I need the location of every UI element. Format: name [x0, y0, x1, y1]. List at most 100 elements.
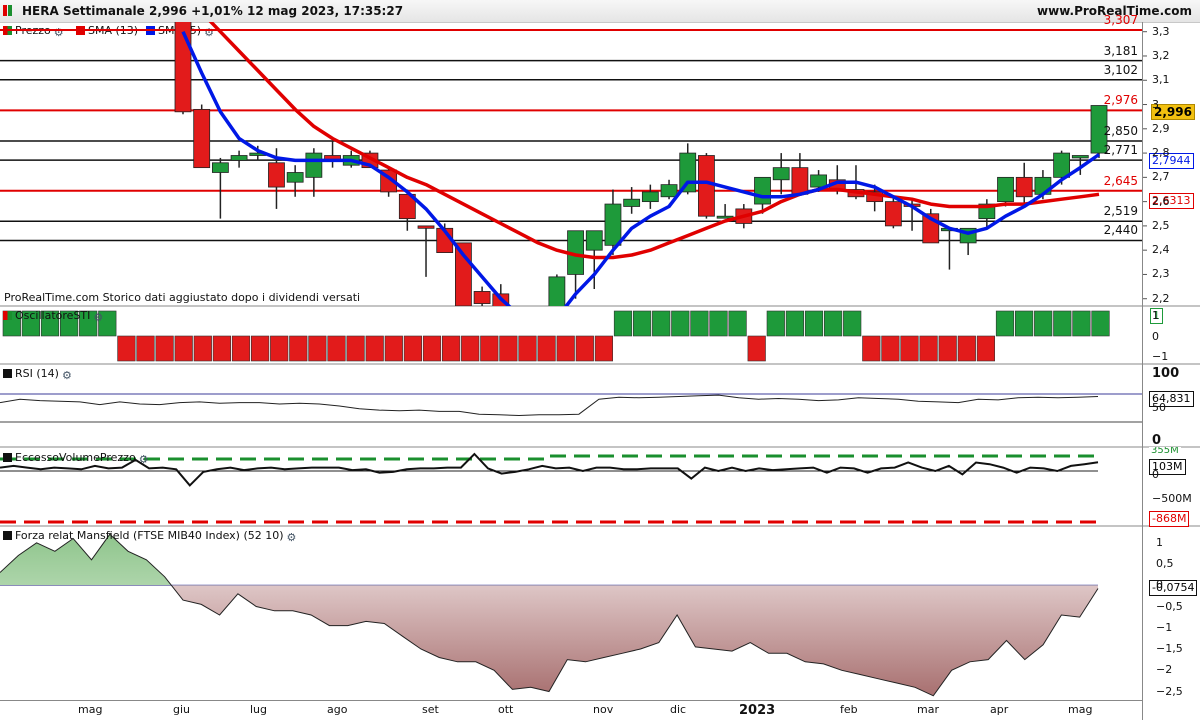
mansfield-panel-label: Forza relat Mansfield (FTSE MIB40 Index)…: [15, 529, 284, 542]
sti-bar: [957, 335, 976, 362]
wrench-icon[interactable]: ⚙: [62, 370, 73, 381]
sti-bar: [537, 335, 556, 362]
rsi-panel-header[interactable]: RSI (14) ⚙: [3, 367, 73, 381]
sti-bar: [365, 335, 384, 362]
sti-bar: [690, 310, 709, 337]
sti-bar: [270, 335, 289, 362]
sti-bar: [900, 335, 919, 362]
sti-bar: [480, 335, 499, 362]
sti-bar: [1091, 310, 1110, 337]
mansfield-negative-area: [0, 585, 1098, 696]
wrench-icon[interactable]: ⚙: [139, 454, 150, 465]
sti-bar: [1034, 310, 1053, 337]
sti-bar: [919, 335, 938, 362]
sti-axis-tick: 1: [1152, 309, 1159, 322]
sti-panel-label: OscillatoreSTI: [15, 309, 91, 322]
sti-panel-header[interactable]: OscillatoreSTI ⚙: [3, 309, 104, 323]
candle-body: [417, 225, 435, 229]
sti-axis-tick: −1: [1152, 350, 1169, 363]
sti-bar: [1014, 310, 1034, 337]
sti-bar: [441, 335, 461, 362]
price-axis-tick: 2,4: [1152, 243, 1170, 257]
sti-bar: [422, 335, 442, 362]
wrench-icon[interactable]: ⚙: [93, 312, 104, 323]
sti-bar: [556, 335, 575, 362]
volume-upper-box: 355M: [1149, 447, 1181, 455]
sti-bar: [862, 335, 881, 362]
sti-bar: [251, 335, 270, 362]
mansfield-axis-tick: −1: [1156, 620, 1173, 634]
price-level-label: 3,307: [1103, 13, 1138, 27]
volume-panel-label: EccessoVolumePrezzo: [15, 451, 136, 464]
sti-bar: [747, 335, 766, 362]
sma5-line: [181, 30, 1101, 306]
sti-bar: [289, 335, 308, 362]
wrench-icon[interactable]: ⚙: [287, 532, 298, 543]
sti-bar: [461, 335, 480, 362]
price-axis-tick: 3,3: [1152, 24, 1170, 38]
sti-bar: [308, 335, 327, 362]
mansfield-axis-tick: −2: [1156, 663, 1173, 677]
sti-bar: [766, 310, 785, 337]
price-level-label: 2,976: [1103, 93, 1138, 108]
sti-bar: [594, 335, 613, 362]
candle-body: [268, 162, 285, 188]
price-level-label: 2,850: [1103, 123, 1138, 138]
sti-bar: [231, 335, 251, 362]
sti-bar: [632, 310, 652, 337]
rsi-axis-tick: 50: [1152, 401, 1166, 414]
sti-bar: [1053, 310, 1072, 337]
sti-bar: [652, 310, 671, 337]
price-level-label: 2,645: [1103, 173, 1138, 188]
price-level-label: 2,519: [1103, 204, 1138, 219]
price-axis-tick: 2,7: [1152, 170, 1170, 184]
price-axis-tick: 2,6: [1152, 194, 1170, 208]
price-axis-tick: 3,1: [1152, 73, 1170, 87]
candle-body: [810, 174, 827, 188]
candle-body: [660, 184, 678, 198]
mansfield-swatch: [3, 531, 12, 540]
sti-axis-tick: 0: [1152, 330, 1159, 343]
sti-bar: [518, 335, 537, 362]
sti-bar: [136, 335, 155, 362]
sti-bar: [804, 310, 824, 337]
sti-bar: [728, 310, 747, 337]
candle-body: [174, 22, 192, 113]
candle-body: [997, 176, 1014, 203]
candle-body: [1071, 155, 1089, 159]
rsi-swatch: [3, 369, 12, 378]
sti-bar: [155, 335, 174, 362]
volume-lower-box: -868M: [1149, 511, 1190, 527]
price-level-label: 2,771: [1103, 143, 1138, 158]
price-level-label: 3,102: [1103, 62, 1138, 77]
candle-body: [772, 167, 790, 181]
mansfield-axis-tick: 0,5: [1156, 557, 1174, 570]
rsi-axis-tick: 0: [1152, 433, 1162, 448]
mansfield-axis-tick: −2,5: [1156, 684, 1183, 698]
candle-body: [548, 276, 566, 306]
price-axis-tick: 2,2: [1152, 291, 1170, 305]
volume-swatch: [3, 453, 12, 462]
price-level-label: 3,181: [1103, 43, 1138, 58]
sti-bar: [384, 335, 403, 362]
volume-panel-header[interactable]: EccessoVolumePrezzo ⚙: [3, 451, 150, 465]
sti-bar: [403, 335, 423, 362]
price-axis-tick: 3: [1152, 97, 1159, 111]
candle-body: [791, 167, 809, 195]
sti-swatch: [3, 311, 12, 320]
price-axis-tick: 2,3: [1152, 267, 1170, 281]
chart-canvas[interactable]: [0, 0, 1200, 720]
sti-bar: [575, 335, 594, 362]
data-note: ProRealTime.com Storico dati aggiustato …: [4, 291, 361, 304]
candle-body: [530, 316, 546, 333]
sti-bar: [843, 310, 862, 337]
mansfield-axis-tick: −1,5: [1156, 642, 1183, 655]
rsi-axis-tick: 100: [1152, 366, 1180, 381]
price-axis-tick: 2,9: [1152, 121, 1170, 135]
rsi-panel-label: RSI (14): [15, 367, 59, 380]
sti-bar: [613, 310, 633, 337]
sti-bar: [212, 335, 232, 362]
candle-body: [585, 230, 603, 251]
mansfield-panel-header[interactable]: Forza relat Mansfield (FTSE MIB40 Index)…: [3, 529, 298, 543]
candle-body: [884, 201, 902, 227]
